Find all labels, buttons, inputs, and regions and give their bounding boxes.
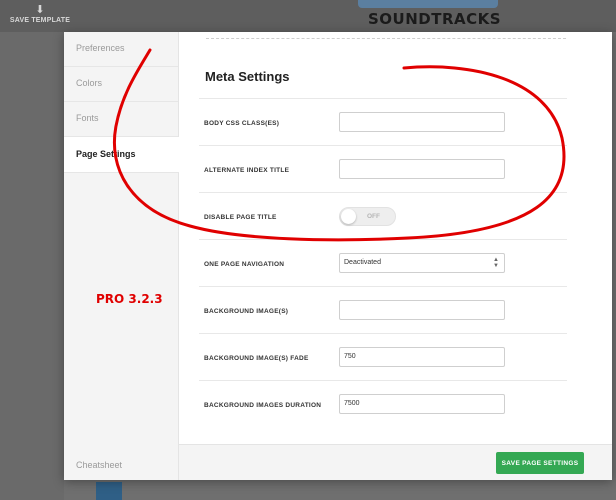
background-duration-input[interactable]: 7500 (339, 394, 505, 414)
background-block (96, 482, 122, 500)
one-page-navigation-row: ONE PAGE NAVIGATION Deactivated ▲ ▼ (199, 239, 567, 286)
disable-page-title-row: DISABLE PAGE TITLE OFF (199, 192, 567, 239)
background-fade-input[interactable]: 750 (339, 347, 505, 367)
save-page-settings-button[interactable]: SAVE PAGE SETTINGS (496, 452, 584, 474)
tab-page-settings[interactable]: Page Settings (64, 137, 179, 173)
up-down-chevron-icon: ▲ ▼ (493, 257, 499, 269)
tab-fonts[interactable]: Fonts (64, 102, 178, 137)
logo-graphic (358, 0, 498, 8)
page-settings-modal: Preferences Colors Fonts Page Settings P… (64, 32, 612, 480)
disable-page-title-label: DISABLE PAGE TITLE (204, 214, 277, 221)
background-fade-label: BACKGROUND IMAGE(S) FADE (204, 355, 309, 362)
select-value: Deactivated (344, 259, 381, 266)
one-page-navigation-label: ONE PAGE NAVIGATION (204, 261, 285, 268)
section-title: Meta Settings (205, 69, 290, 84)
body-css-input[interactable] (339, 112, 505, 132)
alternate-index-title-label: ALTERNATE INDEX TITLE (204, 167, 290, 174)
settings-panel: Meta Settings BODY CSS CLASS(ES) ALTERNA… (179, 32, 612, 444)
background-images-input[interactable] (339, 300, 505, 320)
divider (206, 38, 566, 39)
tab-preferences[interactable]: Preferences (64, 32, 178, 67)
background-sidebar (0, 32, 64, 500)
download-icon: ⬇ (35, 4, 45, 16)
background-toolbar (0, 0, 616, 32)
tab-colors[interactable]: Colors (64, 67, 178, 102)
alternate-index-title-row: ALTERNATE INDEX TITLE (199, 145, 567, 192)
modal-footer: SAVE PAGE SETTINGS (179, 444, 612, 480)
background-images-label: BACKGROUND IMAGE(S) (204, 308, 289, 315)
background-images-row: BACKGROUND IMAGE(S) (199, 286, 567, 333)
background-fade-row: BACKGROUND IMAGE(S) FADE 750 (199, 333, 567, 380)
background-duration-row: BACKGROUND IMAGES DURATION 7500 (199, 380, 567, 426)
toggle-knob (341, 209, 356, 224)
background-duration-label: BACKGROUND IMAGES DURATION (204, 402, 322, 409)
version-annotation: PRO 3.2.3 (96, 292, 163, 306)
logo-text: SOUNDTRACKS (368, 10, 502, 28)
cheatsheet-link[interactable]: Cheatsheet (76, 460, 122, 470)
save-template-label: SAVE TEMPLATE (9, 17, 71, 24)
alternate-index-title-input[interactable] (339, 159, 505, 179)
background-logo: SOUNDTRACKS (340, 0, 520, 32)
settings-tab-list: Preferences Colors Fonts Page Settings P… (64, 32, 179, 480)
body-css-row: BODY CSS CLASS(ES) (199, 98, 567, 145)
save-template-button[interactable]: ⬇ SAVE TEMPLATE (0, 0, 80, 32)
body-css-label: BODY CSS CLASS(ES) (204, 120, 280, 127)
toggle-state: OFF (367, 213, 380, 220)
one-page-navigation-select[interactable]: Deactivated ▲ ▼ (339, 253, 505, 273)
disable-page-title-toggle[interactable]: OFF (339, 207, 396, 226)
